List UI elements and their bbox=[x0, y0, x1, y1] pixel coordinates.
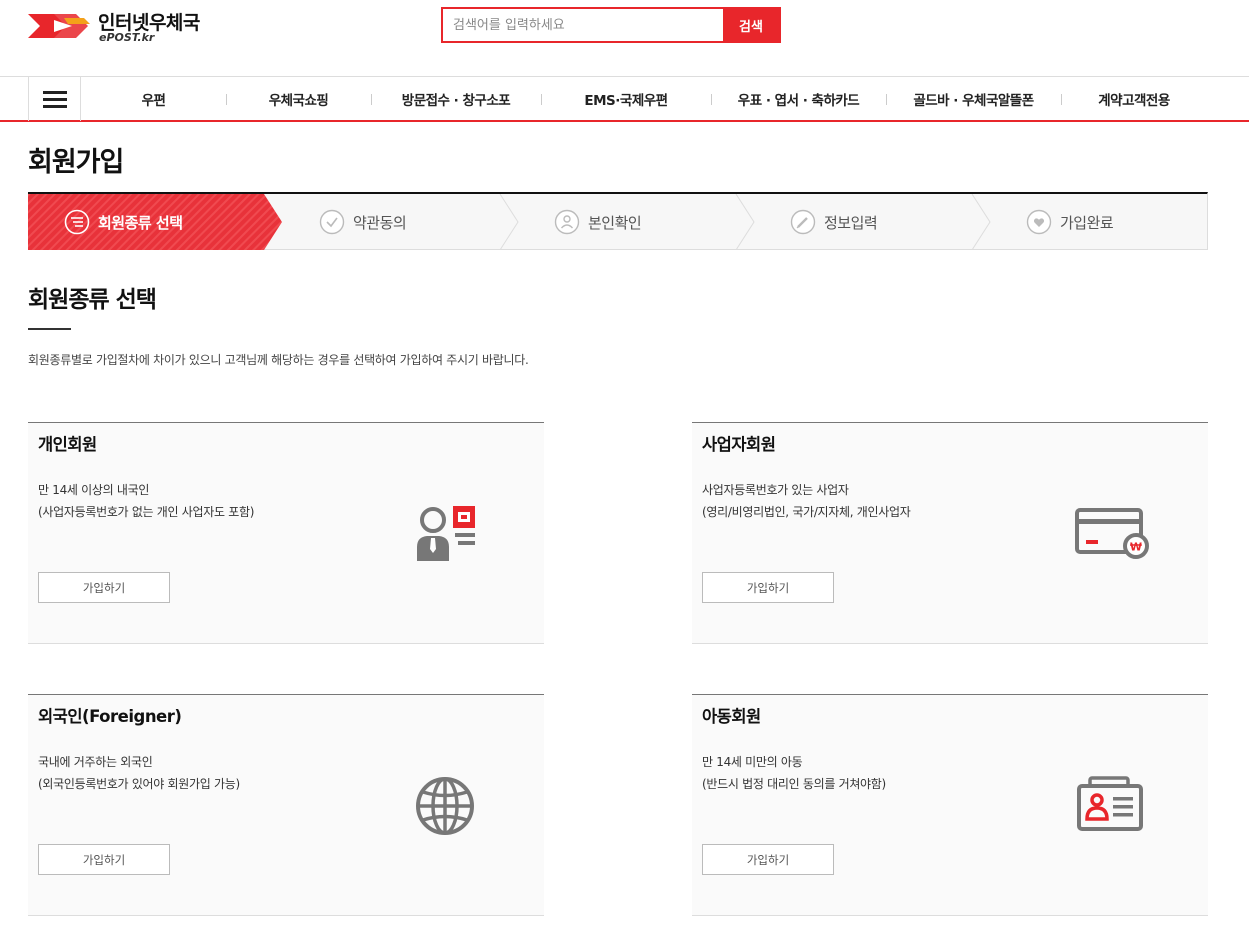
join-button-foreigner[interactable]: 가입하기 bbox=[38, 844, 170, 875]
step-info: 정보입력 bbox=[790, 194, 878, 250]
card-individual: 개인회원 만 14세 이상의 내국인 (사업자등록번호가 없는 개인 사업자도 … bbox=[28, 422, 544, 644]
step-identity: 본인확인 bbox=[554, 194, 642, 250]
card-description-2: (사업자등록번호가 없는 개인 사업자도 포함) bbox=[38, 505, 255, 519]
logo-sub: ePOST.kr bbox=[99, 31, 155, 44]
person-card-icon bbox=[417, 506, 475, 561]
card-description-2: (외국인등록번호가 있어야 회원가입 가능) bbox=[38, 777, 240, 791]
nav-item-parcel[interactable]: 방문접수 · 창구소포 bbox=[371, 77, 541, 121]
main-navigation: 우편 우체국쇼핑 방문접수 · 창구소포 EMS·국제우편 우표 · 엽서 · … bbox=[0, 76, 1249, 122]
search-input[interactable] bbox=[443, 9, 723, 41]
card-description-1: 사업자등록번호가 있는 사업자 bbox=[702, 483, 849, 497]
step-label: 약관동의 bbox=[353, 213, 407, 232]
page-title: 회원가입 bbox=[28, 147, 124, 178]
hamburger-icon bbox=[42, 97, 67, 101]
join-button-business[interactable]: 가입하기 bbox=[702, 572, 834, 603]
person-icon bbox=[554, 209, 580, 235]
step-label: 가입완료 bbox=[1060, 213, 1114, 232]
nav-item-ems[interactable]: EMS·국제우편 bbox=[541, 77, 711, 121]
card-title: 아동회원 bbox=[702, 707, 761, 726]
nav-item-stamps[interactable]: 우표 · 엽서 · 축하카드 bbox=[711, 77, 886, 121]
step-terms: 약관동의 bbox=[319, 194, 407, 250]
card-foreigner: 외국인(Foreigner) 국내에 거주하는 외국인 (외국인등록번호가 있어… bbox=[28, 694, 544, 916]
card-description-2: (반드시 법정 대리인 동의를 거쳐야함) bbox=[702, 777, 886, 791]
list-icon bbox=[64, 209, 90, 235]
epost-logo[interactable]: 인터넷우체국 ePOST.kr bbox=[28, 6, 228, 46]
card-child: 아동회원 만 14세 미만의 아동 (반드시 법정 대리인 동의를 거쳐야함) … bbox=[692, 694, 1208, 916]
nav-item-shopping[interactable]: 우체국쇼핑 bbox=[226, 77, 371, 121]
id-card-icon bbox=[1077, 776, 1143, 831]
credit-card-won-icon: ₩ bbox=[1075, 508, 1149, 559]
epost-logo-icon bbox=[28, 14, 90, 38]
search-button[interactable]: 검색 bbox=[723, 9, 779, 41]
card-business: 사업자회원 사업자등록번호가 있는 사업자 (영리/비영리법인, 국가/지자체,… bbox=[692, 422, 1208, 644]
check-icon bbox=[319, 209, 345, 235]
heart-icon bbox=[1026, 209, 1052, 235]
nav-item-goldbar[interactable]: 골드바 · 우체국알뜰폰 bbox=[886, 77, 1061, 121]
section-title: 회원종류 선택 bbox=[28, 287, 157, 313]
svg-text:₩: ₩ bbox=[1130, 541, 1142, 554]
section-description: 회원종류별로 가입절차에 차이가 있으니 고객님께 해당하는 경우를 선택하여 … bbox=[28, 353, 529, 367]
card-description-1: 국내에 거주하는 외국인 bbox=[38, 755, 153, 769]
card-title: 외국인(Foreigner) bbox=[38, 707, 182, 726]
pencil-icon bbox=[790, 209, 816, 235]
card-description-2: (영리/비영리법인, 국가/지자체, 개인사업자 bbox=[702, 505, 911, 519]
join-button-child[interactable]: 가입하기 bbox=[702, 844, 834, 875]
step-label: 본인확인 bbox=[588, 213, 642, 232]
hamburger-menu-button[interactable] bbox=[28, 77, 81, 121]
signup-steps: 회원종류 선택 약관동의 본인확인 정보입력 가입완료 bbox=[28, 192, 1208, 250]
join-button-individual[interactable]: 가입하기 bbox=[38, 572, 170, 603]
header: 인터넷우체국 ePOST.kr 검색 bbox=[0, 0, 1249, 76]
card-description-1: 만 14세 이상의 내국인 bbox=[38, 483, 150, 497]
step-member-type: 회원종류 선택 bbox=[64, 194, 183, 250]
search-box: 검색 bbox=[441, 7, 781, 43]
step-label: 정보입력 bbox=[824, 213, 878, 232]
section-divider bbox=[28, 328, 71, 330]
card-title: 사업자회원 bbox=[702, 435, 776, 454]
card-description-1: 만 14세 미만의 아동 bbox=[702, 755, 803, 769]
step-complete: 가입완료 bbox=[1026, 194, 1114, 250]
globe-icon bbox=[416, 777, 474, 835]
step-label: 회원종류 선택 bbox=[98, 213, 183, 232]
nav-item-contract[interactable]: 계약고객전용 bbox=[1061, 77, 1207, 121]
card-title: 개인회원 bbox=[38, 435, 97, 454]
nav-item-post[interactable]: 우편 bbox=[81, 77, 226, 121]
